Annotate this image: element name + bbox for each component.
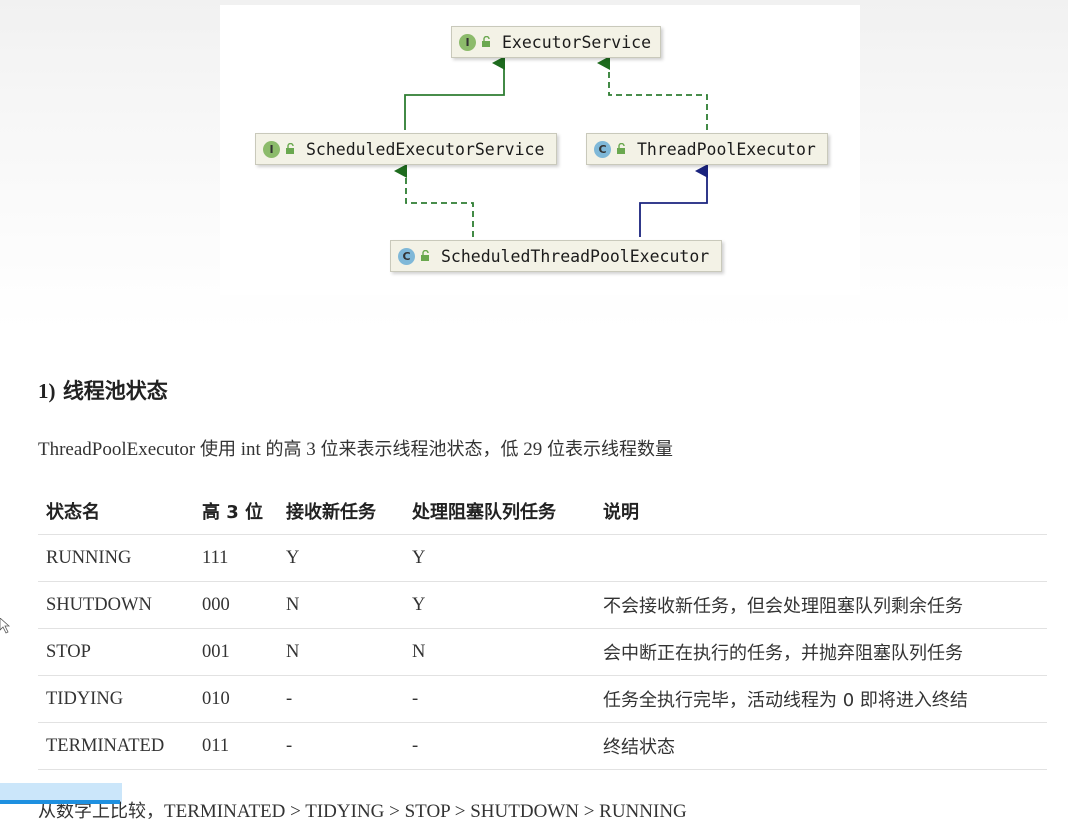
class-icon: C xyxy=(398,247,415,265)
process-queue-cell: Y xyxy=(404,534,595,582)
heading-number: 1) xyxy=(38,379,56,403)
intro-part: 使用 xyxy=(199,439,236,460)
intro-part: int xyxy=(235,439,266,460)
intro-part: 位来表示线程池状态，低 xyxy=(320,439,519,460)
interface-icon: I xyxy=(459,33,476,51)
accept-new-cell: Y xyxy=(278,534,404,582)
high-bits-cell: 000 xyxy=(194,581,278,629)
class-icon: C xyxy=(594,140,611,158)
description-cell: 终结状态 xyxy=(595,722,1047,770)
node-scheduled-thread-pool-executor[interactable]: C ScheduledThreadPoolExecutor xyxy=(390,240,722,272)
state-name-cell: STOP xyxy=(38,628,194,676)
table-header-row: 状态名 高 3 位 接收新任务 处理阻塞队列任务 说明 xyxy=(38,488,1047,535)
description-cell: 不会接收新任务，但会处理阻塞队列剩余任务 xyxy=(595,581,1047,629)
node-thread-pool-executor[interactable]: C ThreadPoolExecutor xyxy=(586,133,828,165)
thread-pool-state-table: 状态名 高 3 位 接收新任务 处理阻塞队列任务 说明 RUNNING 111 … xyxy=(38,488,1047,770)
table-row: SHUTDOWN 000 N Y 不会接收新任务，但会处理阻塞队列剩余任务 xyxy=(38,581,1047,629)
intro-part: 位表示线程数量 xyxy=(547,439,674,460)
interface-icon: I xyxy=(263,140,280,158)
description-cell: 会中断正在执行的任务，并抛弃阻塞队列任务 xyxy=(595,628,1047,676)
state-name-cell: RUNNING xyxy=(38,534,194,582)
video-progress-bar[interactable] xyxy=(0,800,120,804)
accept-new-cell: N xyxy=(278,581,404,629)
node-label: ExecutorService xyxy=(502,32,652,52)
accept-new-cell: - xyxy=(278,675,404,723)
heading-text: 线程池状态 xyxy=(62,379,168,403)
intro-paragraph: ThreadPoolExecutor 使用 int 的高 3 位来表示线程池状态… xyxy=(38,435,673,461)
edge-scheduled-thread-pool-executor-to-scheduled-executor-service xyxy=(394,164,474,237)
section-heading: 1) 线程池状态 xyxy=(38,375,168,405)
description-cell: 任务全执行完毕，活动线程为 0 即将进入终结 xyxy=(595,675,1047,723)
high-bits-cell: 010 xyxy=(194,675,278,723)
node-label: ScheduledThreadPoolExecutor xyxy=(441,246,710,266)
public-lock-icon xyxy=(286,143,294,154)
comparison-line: 从数字上比较，TERMINATED > TIDYING > STOP > SHU… xyxy=(38,797,687,823)
intro-part: ThreadPoolExecutor xyxy=(38,439,200,460)
comparison-prefix: 从数字上比较， xyxy=(38,801,164,822)
header-description: 说明 xyxy=(603,502,639,523)
header-state-name: 状态名 xyxy=(46,502,100,523)
high-bits-cell: 001 xyxy=(194,628,278,676)
process-queue-cell: - xyxy=(404,722,595,770)
state-name-cell: TIDYING xyxy=(38,675,194,723)
header-process-queue-tasks: 处理阻塞队列任务 xyxy=(412,502,556,523)
process-queue-cell: N xyxy=(404,628,595,676)
process-queue-cell: Y xyxy=(404,581,595,629)
high-bits-cell: 111 xyxy=(194,534,278,582)
table-row: RUNNING 111 Y Y xyxy=(38,534,1047,582)
process-queue-cell: - xyxy=(404,675,595,723)
accept-new-cell: - xyxy=(278,722,404,770)
intro-part: 的高 xyxy=(265,439,302,460)
accept-new-cell: N xyxy=(278,628,404,676)
public-lock-icon xyxy=(482,36,490,47)
node-scheduled-executor-service[interactable]: I ScheduledExecutorService xyxy=(255,133,557,165)
header-accept-new-tasks: 接收新任务 xyxy=(286,502,376,523)
edge-scheduled-executor-service-to-executor-service xyxy=(404,56,505,130)
table-row: TERMINATED 011 - - 终结状态 xyxy=(38,722,1047,770)
state-name-cell: SHUTDOWN xyxy=(38,581,194,629)
table-row: STOP 001 N N 会中断正在执行的任务，并抛弃阻塞队列任务 xyxy=(38,628,1047,676)
node-executor-service[interactable]: I ExecutorService xyxy=(451,26,661,58)
class-diagram: I ExecutorService I ScheduledExecutorSer… xyxy=(220,5,860,295)
public-lock-icon xyxy=(421,250,429,261)
header-high-3-bits: 高 3 位 xyxy=(202,502,264,523)
node-label: ScheduledExecutorService xyxy=(306,139,545,159)
public-lock-icon xyxy=(617,143,625,154)
table-row: TIDYING 010 - - 任务全执行完毕，活动线程为 0 即将进入终结 xyxy=(38,675,1047,723)
node-label: ThreadPoolExecutor xyxy=(637,139,816,159)
high-bits-cell: 011 xyxy=(194,722,278,770)
comparison-sequence: TERMINATED > TIDYING > STOP > SHUTDOWN >… xyxy=(164,801,687,822)
intro-part: 3 xyxy=(301,439,321,460)
edge-thread-pool-executor-to-executor-service xyxy=(597,56,708,130)
state-name-cell: TERMINATED xyxy=(38,722,194,770)
edge-scheduled-thread-pool-executor-to-thread-pool-executor xyxy=(639,164,708,237)
mouse-cursor-icon xyxy=(0,618,10,634)
description-cell xyxy=(595,534,1047,582)
intro-part: 29 xyxy=(518,439,548,460)
